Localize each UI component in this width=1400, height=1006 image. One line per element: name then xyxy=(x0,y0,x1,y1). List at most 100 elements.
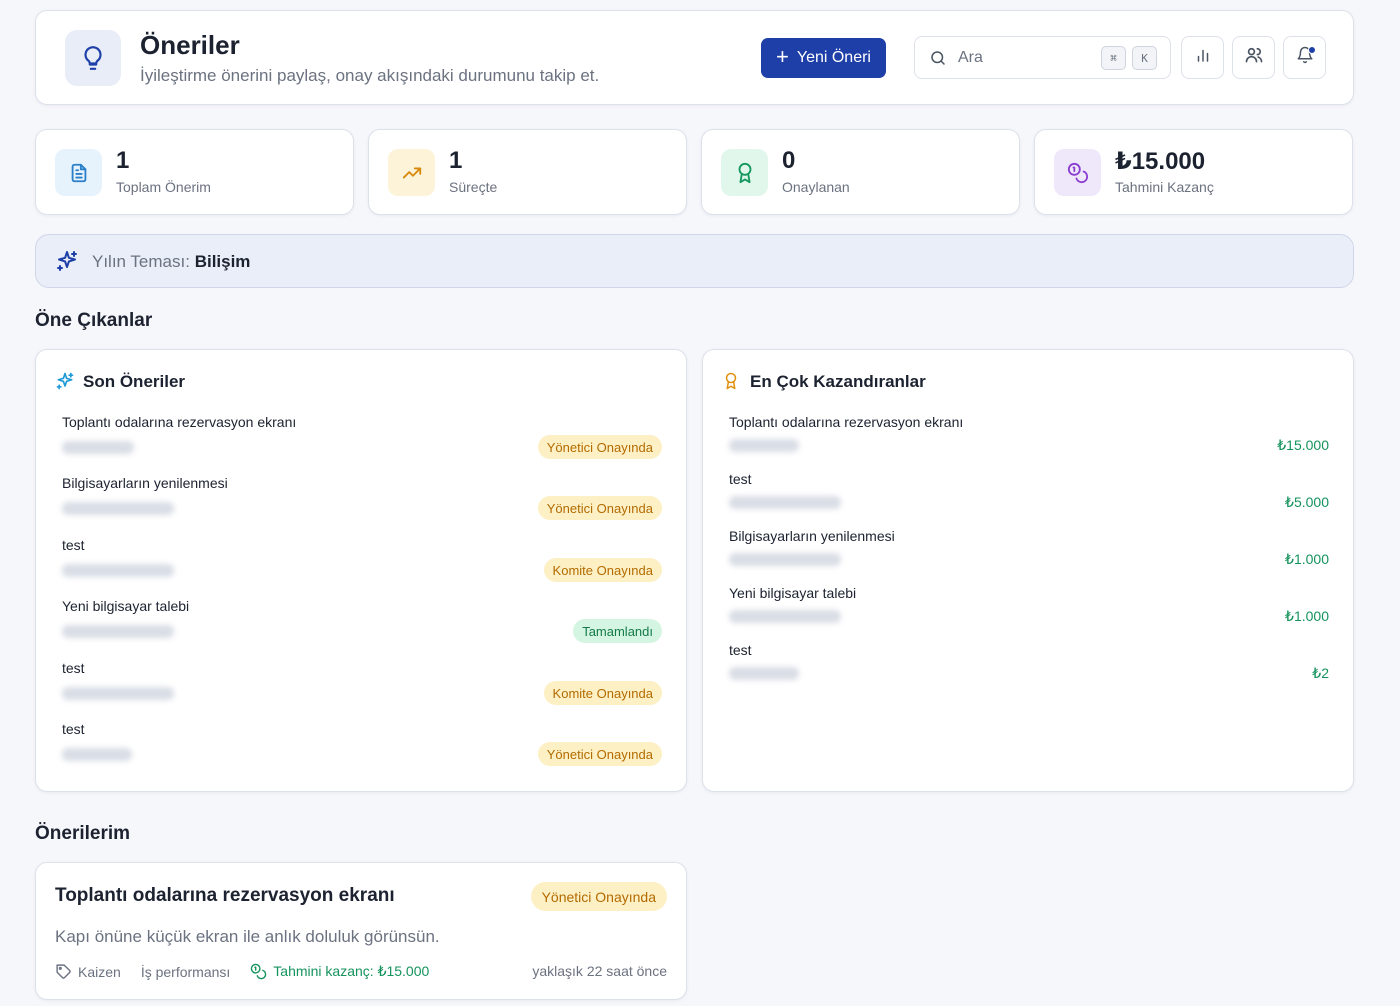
stat-label: Tahmini Kazanç xyxy=(1115,179,1214,195)
tag-category: Kaizen xyxy=(78,963,121,980)
item-title: Toplantı odalarına rezervasyon ekranı xyxy=(729,414,964,430)
item-title: Yeni bilgisayar talebi xyxy=(62,598,190,614)
list-item[interactable]: Bilgisayarların yenilenmesi Yönetici Ona… xyxy=(62,475,662,520)
users-icon xyxy=(1244,45,1264,70)
item-title: Bilgisayarların yenilenmesi xyxy=(62,475,228,491)
list-item[interactable]: Toplantı odalarına rezervasyon ekranı Yö… xyxy=(62,414,662,459)
status-badge: Komite Onayında xyxy=(543,558,662,582)
section-my-suggestions: Önerilerim xyxy=(35,823,131,844)
stat-card-earnings: ₺15.000 Tahmini Kazanç xyxy=(1034,129,1353,215)
status-badge: Yönetici Onayında xyxy=(530,882,667,911)
status-badge: Yönetici Onayında xyxy=(537,496,662,520)
list-item[interactable]: test ₺5.000 xyxy=(729,471,1329,513)
theme-banner: Yılın Teması: Bilişim xyxy=(35,234,1354,288)
users-button[interactable] xyxy=(1232,36,1275,79)
earning-amount: ₺15.000 xyxy=(1277,437,1329,453)
stat-value: 0 xyxy=(782,147,796,174)
kbd-k: K xyxy=(1132,46,1157,70)
search-placeholder: Ara xyxy=(958,49,983,66)
theme-value: Bilişim xyxy=(194,252,251,271)
status-badge: Tamamlandı xyxy=(573,619,662,643)
stat-card-approved: 0 Onaylanan xyxy=(701,129,1020,215)
earning-amount: ₺1.000 xyxy=(1285,608,1329,624)
suggestion-description: Kapı önüne küçük ekran ile anlık doluluk… xyxy=(55,927,440,946)
item-title: test xyxy=(729,471,752,487)
item-title: test xyxy=(729,642,752,658)
author-name-blurred xyxy=(729,496,841,509)
coins-icon xyxy=(1054,149,1101,196)
status-badge: Yönetici Onayında xyxy=(537,435,662,459)
stat-card-total: 1 Toplam Önerim xyxy=(35,129,354,215)
new-suggestion-label: Yeni Öneri xyxy=(796,49,871,66)
item-title: Yeni bilgisayar talebi xyxy=(729,585,857,601)
award-icon xyxy=(721,149,768,196)
author-name-blurred xyxy=(729,610,841,623)
award-icon xyxy=(722,371,740,396)
my-suggestion-card[interactable]: Toplantı odalarına rezervasyon ekranı Yö… xyxy=(35,862,687,1000)
page-title: Öneriler xyxy=(140,30,240,60)
earning-amount: ₺1.000 xyxy=(1285,551,1329,567)
theme-label: Yılın Teması: Bilişim xyxy=(92,252,251,271)
tag-type: İş performansı xyxy=(140,963,231,980)
stats-button[interactable] xyxy=(1181,36,1224,79)
earning-amount: ₺2 xyxy=(1312,665,1329,681)
stat-label: Onaylanan xyxy=(782,179,850,195)
item-title: Bilgisayarların yenilenmesi xyxy=(729,528,895,544)
list-item[interactable]: test Komite Onayında xyxy=(62,537,662,582)
bar-chart-icon xyxy=(1194,46,1212,69)
author-name-blurred xyxy=(62,564,174,577)
earning-amount: ₺5.000 xyxy=(1285,494,1329,510)
notifications-button[interactable] xyxy=(1283,36,1326,79)
item-title: test xyxy=(62,721,85,737)
author-name-blurred xyxy=(729,553,841,566)
plus-icon: + xyxy=(776,44,789,69)
author-name-blurred xyxy=(62,502,174,515)
top-earners-panel: En Çok Kazandıranlar Toplantı odalarına … xyxy=(702,349,1354,792)
document-icon xyxy=(55,149,102,196)
recent-suggestions-panel: Son Öneriler Toplantı odalarına rezervas… xyxy=(35,349,687,792)
page-subtitle: İyileştirme önerini paylaş, onay akışınd… xyxy=(140,66,600,85)
stat-label: Toplam Önerim xyxy=(116,179,211,195)
item-title: Toplantı odalarına rezervasyon ekranı xyxy=(62,414,297,430)
notification-dot xyxy=(1308,46,1316,54)
new-suggestion-button[interactable]: + Yeni Öneri xyxy=(761,38,886,78)
page-header: Öneriler İyileştirme önerini paylaş, ona… xyxy=(35,10,1354,105)
list-item[interactable]: Bilgisayarların yenilenmesi ₺1.000 xyxy=(729,528,1329,570)
sparkles-icon xyxy=(55,371,75,396)
list-item[interactable]: Toplantı odalarına rezervasyon ekranı ₺1… xyxy=(729,414,1329,456)
list-item[interactable]: test Yönetici Onayında xyxy=(62,721,662,766)
timestamp: yaklaşık 22 saat önce xyxy=(532,963,667,979)
list-item[interactable]: Yeni bilgisayar talebi Tamamlandı xyxy=(62,598,662,643)
tag-icon xyxy=(55,963,72,980)
panel-title: Son Öneriler xyxy=(83,372,186,391)
estimated-earning: Tahmini kazanç: ₺15.000 xyxy=(273,963,430,979)
coins-icon xyxy=(250,963,267,980)
list-item[interactable]: Yeni bilgisayar talebi ₺1.000 xyxy=(729,585,1329,627)
stat-value: 1 xyxy=(449,147,463,174)
list-item[interactable]: test ₺2 xyxy=(729,642,1329,684)
stat-value: ₺15.000 xyxy=(1115,148,1206,175)
author-name-blurred xyxy=(62,748,132,761)
suggestion-meta: Kaizen İş performansı Tahmini kazanç: ₺1… xyxy=(55,963,429,980)
list-item[interactable]: test Komite Onayında xyxy=(62,660,662,705)
author-name-blurred xyxy=(62,625,174,638)
sparkles-icon xyxy=(55,249,79,278)
suggestion-title: Toplantı odalarına rezervasyon ekranı xyxy=(55,885,395,906)
status-badge: Yönetici Onayında xyxy=(537,742,662,766)
author-name-blurred xyxy=(62,441,134,454)
author-name-blurred xyxy=(729,439,799,452)
panel-title: En Çok Kazandıranlar xyxy=(750,372,926,391)
kbd-cmd: ⌘ xyxy=(1101,46,1126,70)
item-title: test xyxy=(62,660,85,676)
stat-card-in-progress: 1 Süreçte xyxy=(368,129,687,215)
lightbulb-icon xyxy=(65,30,121,86)
trending-up-icon xyxy=(388,149,435,196)
status-badge: Komite Onayında xyxy=(543,681,662,705)
item-title: test xyxy=(62,537,85,553)
stat-label: Süreçte xyxy=(449,179,498,195)
search-input[interactable]: Ara ⌘ K xyxy=(914,36,1171,79)
author-name-blurred xyxy=(62,687,174,700)
author-name-blurred xyxy=(729,667,799,680)
search-icon xyxy=(929,49,947,72)
stat-value: 1 xyxy=(116,147,130,174)
